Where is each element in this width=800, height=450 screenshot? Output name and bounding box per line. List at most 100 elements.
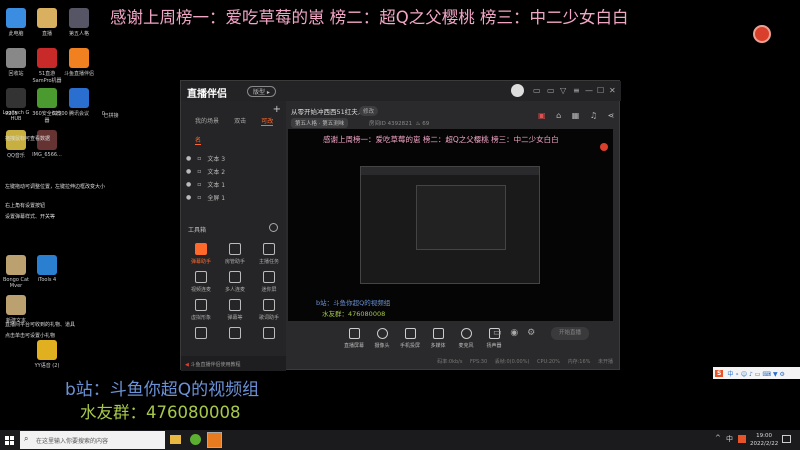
edit-title-button[interactable]: 修改 xyxy=(359,106,379,116)
gift-icon[interactable]: ▣ xyxy=(538,111,546,120)
douyu-app-taskbar-icon[interactable] xyxy=(207,432,222,448)
tool-icon xyxy=(195,327,207,339)
tool-icon xyxy=(195,271,207,283)
desktop-icon-label: Bongo Cat Mver xyxy=(3,277,29,289)
scene-item[interactable]: ● ▫ 全屏 1 xyxy=(181,191,286,204)
eye-icon[interactable]: ● xyxy=(186,168,191,175)
tool-icon xyxy=(263,271,275,283)
desktop-icon-label: 直播 xyxy=(41,31,52,37)
maximize-button[interactable]: ☐ xyxy=(597,86,604,95)
start-button[interactable] xyxy=(5,436,14,445)
tool-item[interactable] xyxy=(252,327,286,342)
minimize-button[interactable]: — xyxy=(585,86,593,95)
tool-item[interactable]: 房管助手 xyxy=(218,243,252,265)
control-4[interactable]: 麦克风 xyxy=(451,328,481,349)
close-button[interactable]: ✕ xyxy=(609,86,616,95)
eye-icon[interactable]: ● xyxy=(186,181,191,188)
room-id: 房间ID 4392821 ♨ 69 xyxy=(369,119,429,127)
extra-controls: ▭ ◉ ⚙ xyxy=(493,328,535,338)
lock-icon[interactable]: ▫ xyxy=(197,168,201,175)
scene-item[interactable]: ● ▫ 文本 2 xyxy=(181,165,286,178)
desktop-icon-label: 51直游 SamPro机器 xyxy=(32,71,62,84)
avatar[interactable] xyxy=(511,84,524,97)
tool-item[interactable]: 弹幕等 xyxy=(218,299,252,321)
record-video-icon[interactable]: ▭ xyxy=(493,328,502,338)
scene-item[interactable]: ● ▫ 文本 1 xyxy=(181,178,286,191)
room-title: 从零开始冲西西51红夫人 xyxy=(291,108,365,116)
category-button[interactable]: 第五人格 · 第五测味 xyxy=(291,118,349,128)
desktop-icon[interactable]: 51直游 SamPro机器 xyxy=(32,48,62,84)
stream-preview[interactable]: 感谢上周榜一：爱吃草莓的崽 榜二：超Q之父樱桃 榜三：中二少女白白 b站：斗鱼你… xyxy=(288,129,613,321)
box-icon[interactable]: ▦ xyxy=(572,111,580,120)
desktop-icon[interactable]: YY语音 (2) xyxy=(32,340,62,369)
desktop-icon[interactable]: Bongo Cat Mver xyxy=(1,255,31,289)
thanks-banner: 感谢上周榜一：爱吃草莓的崽 榜二：超Q之父樱桃 榜三：中二少女白白 xyxy=(110,8,629,27)
desktop-icon[interactable]: iTools 4 xyxy=(32,255,62,283)
tool-item[interactable]: 迷你屏 xyxy=(252,271,286,293)
tool-icon xyxy=(229,299,241,311)
control-1[interactable]: 摄像头 xyxy=(367,328,397,349)
tray-chevron-icon[interactable]: ^ xyxy=(715,434,721,442)
eye-icon[interactable]: ◉ xyxy=(510,328,518,338)
notification-icon[interactable] xyxy=(782,435,791,443)
control-icon xyxy=(460,328,472,339)
app-icon xyxy=(69,8,89,28)
desktop-icon[interactable]: 第五人格 xyxy=(64,8,94,37)
scene-item[interactable]: ● ▫ 文本 3 xyxy=(181,152,286,165)
desktop-icon[interactable]: 回收站 xyxy=(1,48,31,77)
more-tools-icon[interactable] xyxy=(269,223,278,232)
stat: 0 xyxy=(101,111,105,117)
tab-double-click[interactable]: 双击 xyxy=(234,118,246,125)
settings-icon[interactable]: ⚙ xyxy=(527,328,535,338)
desktop-icon[interactable]: 360安全浏览器 xyxy=(32,88,62,124)
file-explorer-icon[interactable] xyxy=(170,435,181,444)
tool-item[interactable]: 弹幕助手 xyxy=(184,243,218,265)
tab-my-scenes[interactable]: 我的场景 xyxy=(195,118,219,125)
screen-icon[interactable]: ▭ xyxy=(547,86,555,95)
app-icon xyxy=(37,88,57,108)
tool-item[interactable]: 歌词助手 xyxy=(252,299,286,321)
lock-icon[interactable]: ▫ xyxy=(197,181,201,188)
unlock-icon[interactable]: ⌂ xyxy=(556,111,561,120)
app-icon xyxy=(6,48,26,68)
tool-icon xyxy=(263,299,275,311)
sogou-ime-bar[interactable]: S中 ∘ ☺ ♪ ▭ ⌨ ▼ ⚙ xyxy=(713,367,800,379)
version-button[interactable]: 版型 ▸ xyxy=(247,86,276,97)
share-icon[interactable]: ⋖ xyxy=(608,111,615,120)
tool-item[interactable] xyxy=(184,327,218,342)
tool-item[interactable] xyxy=(218,327,252,342)
tool-item[interactable]: 视频连麦 xyxy=(184,271,218,293)
tool-item[interactable]: 虚拟形象 xyxy=(184,299,218,321)
browser-icon[interactable] xyxy=(190,434,201,445)
desktop-icon[interactable]: 直播 xyxy=(32,8,62,37)
feedback-icon[interactable]: ▭ xyxy=(533,86,541,95)
desktop-icon-label: 斗鱼直播伴侣 xyxy=(64,71,95,77)
sogou-tray-icon[interactable] xyxy=(738,435,746,443)
date: 2022/2/22 xyxy=(750,441,779,447)
desktop-icon[interactable]: 斗鱼直播伴侣 xyxy=(64,48,94,77)
taskbar-search-input[interactable]: 在这里输入你要搜索的内容 xyxy=(20,431,165,449)
eye-icon[interactable]: ● xyxy=(186,194,191,201)
record-icon[interactable] xyxy=(753,25,771,43)
dropped-frames: 丢帧:0(0.00%) xyxy=(494,359,530,365)
add-scene-button[interactable]: + xyxy=(273,104,281,115)
streaming-app-window: 直播伴侣 版型 ▸ ▭ ▭ ▽ ≡ — ☐ ✕ 我的场景 双击 可改名 + ● ▫… xyxy=(180,80,621,371)
start-live-button[interactable]: 开始直播 xyxy=(551,327,589,340)
tool-item[interactable]: 主播任务 xyxy=(252,243,286,265)
control-3[interactable]: 多媒体 xyxy=(423,328,453,349)
control-0[interactable]: 直播屏幕 xyxy=(339,328,369,349)
lock-icon[interactable]: ▫ xyxy=(197,194,201,201)
clock[interactable]: 19:00 2022/2/22 xyxy=(750,432,778,448)
menu-icon[interactable]: ≡ xyxy=(573,86,580,95)
tool-item[interactable]: 多人连麦 xyxy=(218,271,252,293)
control-2[interactable]: 手机投屏 xyxy=(395,328,425,349)
ime-indicator[interactable]: 中 xyxy=(726,434,733,444)
desktop-icon[interactable]: 此电脑 xyxy=(1,8,31,37)
lock-icon[interactable]: ▫ xyxy=(197,155,201,162)
note: 右上角有设置按钮 xyxy=(5,203,46,209)
bell-icon[interactable]: ♫ xyxy=(590,111,597,120)
app-icon xyxy=(37,340,57,360)
preview-qq-text: 水友群：476080008 xyxy=(322,310,386,318)
skin-icon[interactable]: ▽ xyxy=(560,86,566,95)
eye-icon[interactable]: ● xyxy=(186,155,191,162)
